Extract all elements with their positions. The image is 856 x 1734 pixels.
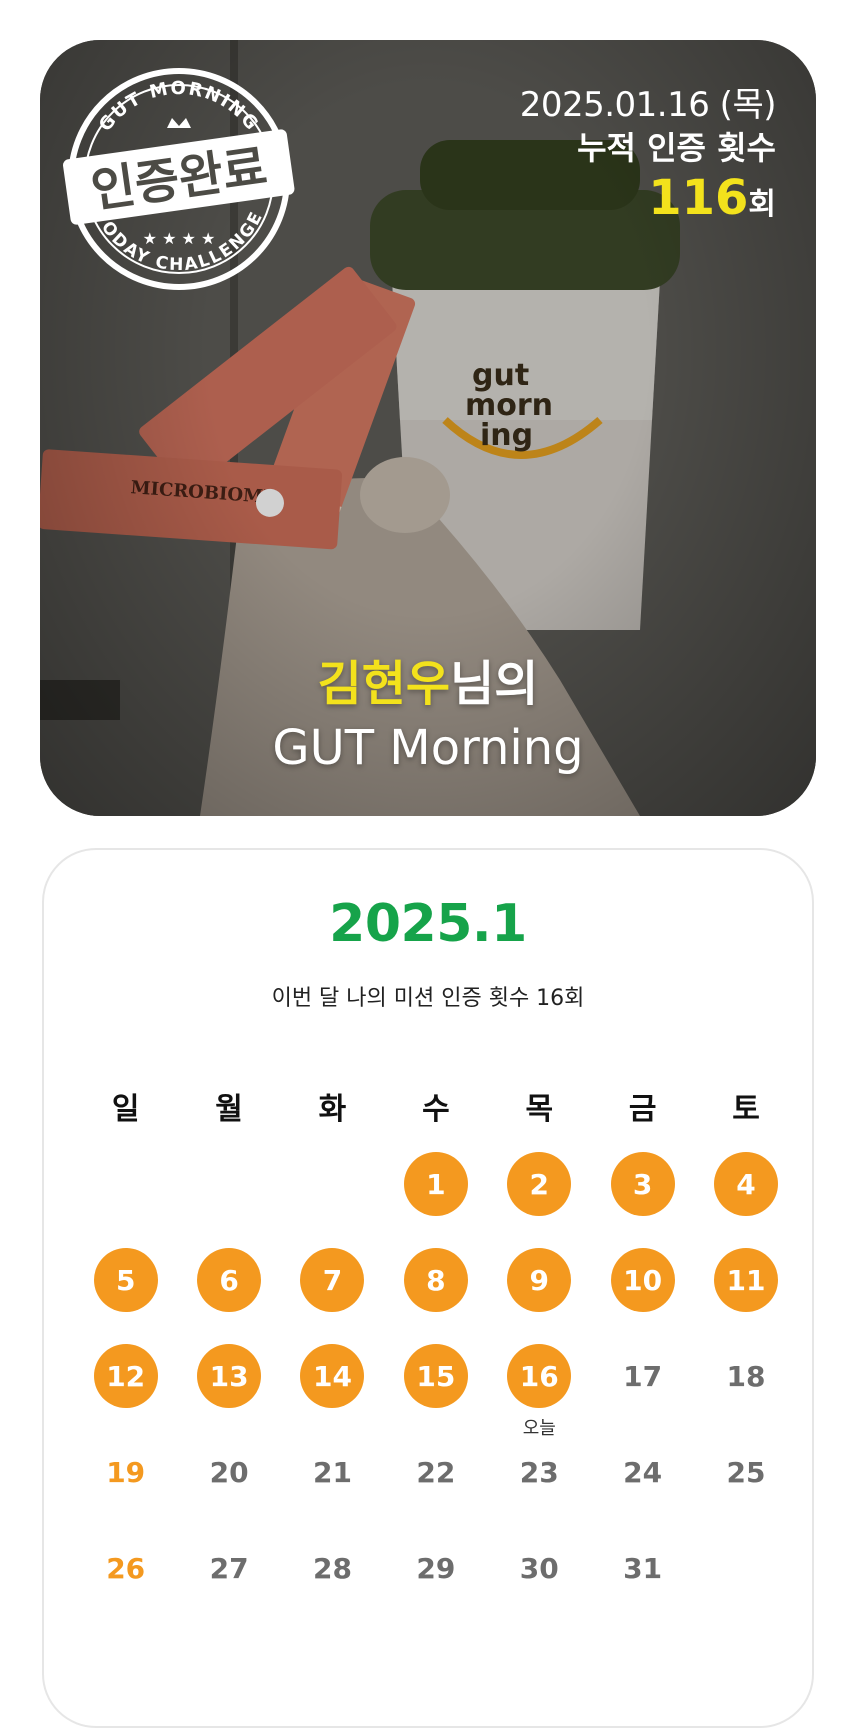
crown-icon [167, 118, 191, 128]
completed-day-badge: 1 [403, 1152, 468, 1216]
weekday-header: 일월화수목금토 [74, 1090, 798, 1130]
certification-stamp: GUT MORNING TODAY CHALLENGE 인증완료 ★ ★ ★ ★ [63, 68, 295, 290]
cumulative-count: 116회 [520, 170, 776, 237]
day-number: 26 [106, 1551, 146, 1585]
certification-date: 2025.01.16 (목) [519, 85, 777, 125]
weekday-label: 화 [318, 1092, 347, 1127]
calendar-month-title: 2025.1 [329, 894, 527, 954]
completed-day-badge: 15 [403, 1344, 468, 1408]
completed-day-badge: 3 [610, 1152, 675, 1216]
calendar-day[interactable]: 8 [384, 1248, 487, 1312]
certification-photo-card: gut morn ing MICROBIOME [40, 40, 816, 816]
calendar-day[interactable]: 30 [488, 1536, 591, 1600]
calendar-day[interactable]: 7 [281, 1248, 384, 1312]
completed-day-badge: 9 [507, 1248, 572, 1312]
day-number: 22 [416, 1455, 456, 1489]
completed-day-badge: 7 [300, 1248, 365, 1312]
hero-caption: 김현우님의 GUT Morning [40, 652, 816, 780]
cumulative-count-value: 116 [648, 170, 749, 226]
calendar-day[interactable]: 15 [384, 1344, 487, 1408]
calendar-blank [74, 1152, 177, 1216]
hero-info: 2025.01.16 (목) 누적 인증 횟수 116회 [519, 84, 777, 237]
day-number: 31 [623, 1551, 663, 1585]
cumulative-count-label: 누적 인증 횟수 [577, 129, 776, 167]
day-number: 18 [726, 1359, 766, 1393]
weekday-label: 월 [215, 1092, 243, 1127]
calendar-day[interactable]: 28 [281, 1536, 384, 1600]
calendar-day[interactable]: 21 [281, 1440, 384, 1504]
calendar-day[interactable]: 26 [74, 1536, 177, 1600]
monthly-mission-count: 이번 달 나의 미션 인증 횟수 16회 [271, 986, 585, 1011]
calendar-day[interactable]: 16 오늘 [488, 1344, 591, 1439]
user-name: 김현우 [317, 656, 451, 712]
calendar-day[interactable]: 12 [74, 1344, 177, 1408]
day-number: 23 [519, 1455, 559, 1489]
monthly-calendar-card: 2025.1 이번 달 나의 미션 인증 횟수 16회 일월화수목금토 1234… [42, 848, 814, 1728]
today-label: 오늘 [522, 1418, 556, 1439]
calendar-day[interactable]: 27 [177, 1536, 280, 1600]
completed-day-badge: 4 [714, 1152, 779, 1216]
calendar-day[interactable]: 1 [384, 1152, 487, 1216]
calendar-day[interactable]: 25 [694, 1440, 797, 1504]
calendar-day[interactable]: 24 [591, 1440, 694, 1504]
day-number: 27 [209, 1551, 249, 1585]
completed-day-badge: 8 [403, 1248, 468, 1312]
day-number: 25 [726, 1455, 766, 1489]
day-number: 17 [623, 1359, 663, 1393]
completed-day-badge: 14 [300, 1344, 365, 1408]
brand-name: GUT Morning [272, 720, 584, 776]
day-number: 21 [312, 1455, 352, 1489]
calendar-day[interactable]: 31 [591, 1536, 694, 1600]
calendar-day[interactable]: 18 [694, 1344, 797, 1408]
calendar-day[interactable]: 4 [694, 1152, 797, 1216]
calendar-blank [177, 1152, 280, 1216]
weekday-label: 토 [732, 1092, 760, 1127]
day-number: 28 [312, 1551, 352, 1585]
calendar-day[interactable]: 19 [74, 1440, 177, 1504]
weekday-label: 목 [525, 1092, 554, 1127]
user-line: 김현우님의 [40, 652, 816, 716]
cumulative-count-unit: 회 [748, 187, 776, 222]
calendar-day[interactable]: 9 [488, 1248, 591, 1312]
day-number: 29 [416, 1551, 456, 1585]
completed-day-badge: 11 [714, 1248, 779, 1312]
calendar-day[interactable]: 17 [591, 1344, 694, 1408]
completed-day-badge: 13 [197, 1344, 262, 1408]
day-number: 20 [209, 1455, 249, 1489]
calendar-day[interactable]: 13 [177, 1344, 280, 1408]
calendar-day[interactable]: 22 [384, 1440, 487, 1504]
weekday-label: 일 [111, 1092, 140, 1127]
calendar-days-grid: 1 2 3 4 5 6 7 8 9 10 11 12 13 14 15 16 오늘 17 18 19 20 21 22 23 2… [74, 1152, 798, 1632]
weekday-label: 수 [422, 1092, 450, 1127]
calendar-day[interactable]: 3 [591, 1152, 694, 1216]
calendar-day[interactable]: 20 [177, 1440, 280, 1504]
weekday-label: 금 [628, 1092, 657, 1127]
stamp-center-text: 인증완료 [88, 139, 271, 219]
calendar-day[interactable]: 14 [281, 1344, 384, 1408]
calendar-day[interactable]: 10 [591, 1248, 694, 1312]
star-icon: ★ ★ ★ ★ [143, 229, 216, 248]
user-suffix: 님의 [450, 656, 539, 712]
day-number: 24 [623, 1455, 663, 1489]
completed-day-badge: 6 [197, 1248, 262, 1312]
day-number: 30 [519, 1551, 559, 1585]
calendar-day[interactable]: 5 [74, 1248, 177, 1312]
calendar-day[interactable]: 2 [488, 1152, 591, 1216]
calendar-day[interactable]: 23 [488, 1440, 591, 1504]
calendar-day[interactable]: 11 [694, 1248, 797, 1312]
svg-text:★ ★ ★ ★: ★ ★ ★ ★ [143, 229, 216, 248]
completed-day-badge: 2 [507, 1152, 572, 1216]
day-number: 19 [106, 1455, 146, 1489]
completed-day-badge: 16 [507, 1344, 572, 1408]
completed-day-badge: 5 [93, 1248, 158, 1312]
completed-day-badge: 12 [93, 1344, 158, 1408]
calendar-blank [281, 1152, 384, 1216]
calendar-day[interactable]: 6 [177, 1248, 280, 1312]
page: gut morn ing MICROBIOME [0, 0, 856, 1734]
completed-day-badge: 10 [610, 1248, 675, 1312]
calendar-day[interactable]: 29 [384, 1536, 487, 1600]
